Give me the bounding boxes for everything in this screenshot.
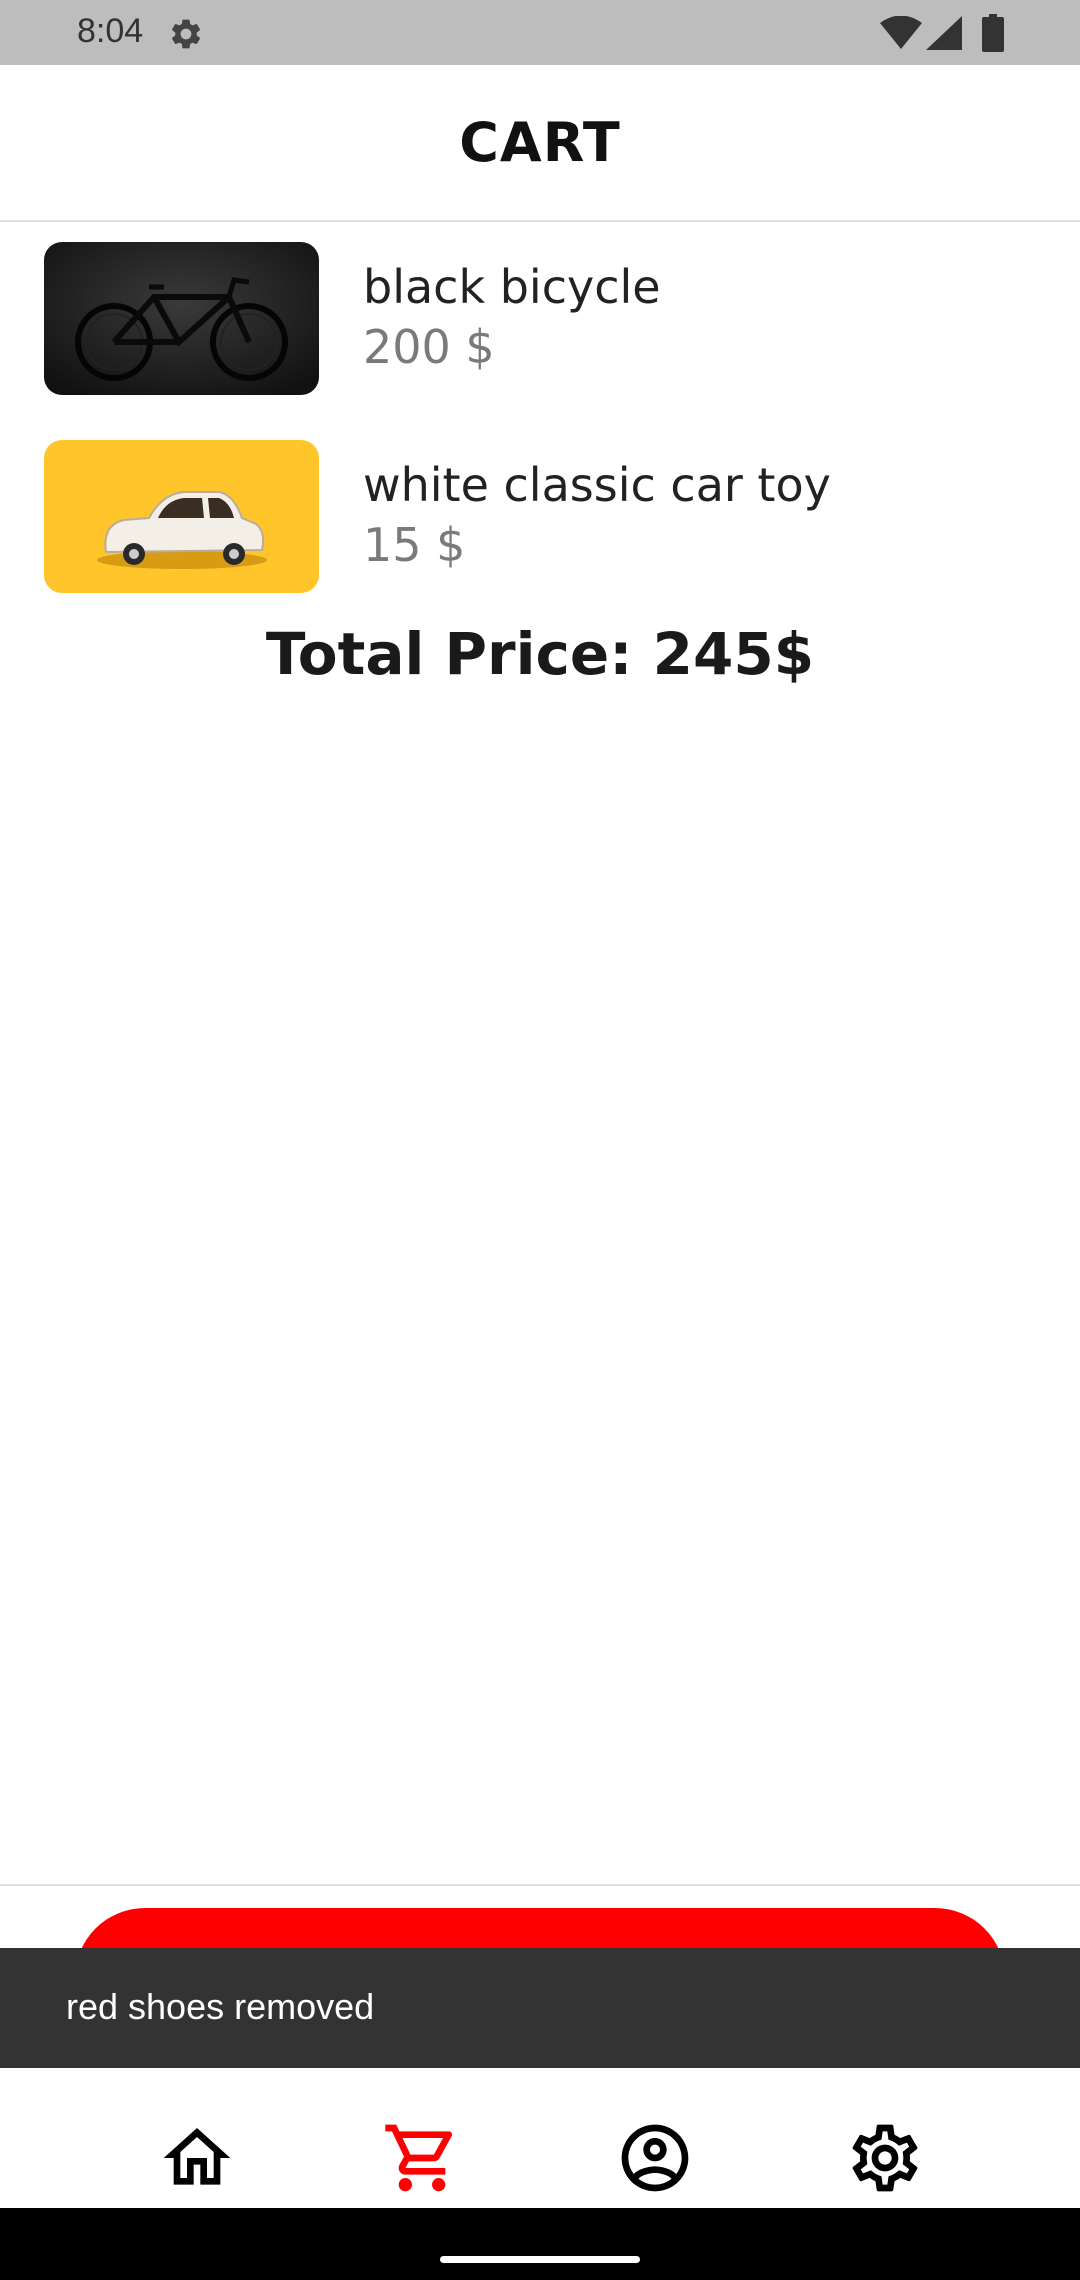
signal-icon xyxy=(926,16,962,50)
item-price: 15 $ xyxy=(363,518,466,572)
settings-icon xyxy=(845,2124,925,2202)
battery-icon xyxy=(982,14,1004,52)
wifi-icon xyxy=(880,15,922,50)
snackbar-message: red shoes removed xyxy=(66,1986,375,2027)
nav-home[interactable] xyxy=(157,2118,237,2198)
nav-account[interactable] xyxy=(615,2118,695,2198)
app-header: CART xyxy=(0,65,1080,222)
snackbar: red shoes removed xyxy=(0,1948,1080,2068)
nav-cart[interactable] xyxy=(382,2118,462,2198)
divider xyxy=(0,1884,1080,1886)
item-name: white classic car toy xyxy=(363,458,831,512)
item-name: black bicycle xyxy=(363,260,661,314)
home-gesture-handle[interactable] xyxy=(440,2256,640,2263)
item-price: 200 $ xyxy=(363,320,495,374)
cart-item[interactable]: white classic car toy 15 $ xyxy=(0,440,1080,600)
gear-icon xyxy=(168,16,204,52)
system-navigation-bar xyxy=(0,2208,1080,2280)
account-icon xyxy=(615,2124,695,2202)
cart-icon xyxy=(382,2124,462,2202)
cart-item[interactable]: black bicycle 200 $ xyxy=(0,242,1080,402)
status-time: 8:04 xyxy=(77,12,144,50)
total-price: Total Price: 245$ xyxy=(265,620,815,688)
car-toy-image xyxy=(44,440,319,593)
nav-settings[interactable] xyxy=(845,2118,925,2198)
bicycle-image xyxy=(44,242,319,395)
page-title: CART xyxy=(459,111,621,174)
status-bar: 8:04 xyxy=(0,0,1080,65)
home-icon xyxy=(157,2128,237,2202)
